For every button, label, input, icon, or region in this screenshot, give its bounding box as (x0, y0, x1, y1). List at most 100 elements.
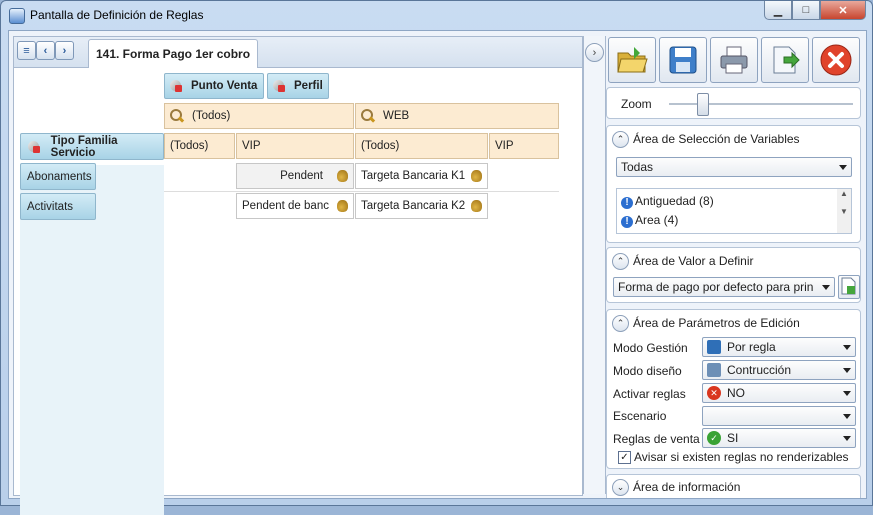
tab-prev-button[interactable]: ‹ (36, 41, 55, 60)
cell-value: Pendent de banc (242, 200, 329, 212)
chevron-up-icon[interactable]: ⌃ (612, 131, 629, 148)
avisar-checkbox[interactable]: ✓ (618, 451, 631, 464)
side-panel: Zoom ⌃ Área de Selección de Variables To… (606, 31, 864, 498)
save-button[interactable] (659, 37, 707, 83)
reglas-venta-select[interactable]: ✓ SI (702, 428, 856, 448)
row-divider (164, 191, 559, 192)
value-select[interactable]: Forma de pago por defecto para prin (613, 277, 835, 297)
save-icon (669, 46, 697, 74)
tab-strip: ≡ ‹ › 141. Forma Pago 1er cobro (14, 37, 582, 68)
section-title: Área de información (633, 480, 741, 494)
level2-vip-2[interactable]: VIP (489, 133, 559, 159)
rule-cell[interactable]: Pendent de banc (236, 193, 354, 219)
field-label: Modo Gestión (613, 341, 688, 355)
column-header-label: Perfil (294, 80, 323, 92)
edit-parameters-section: ⌃ Área de Parámetros de Edición Modo Ges… (606, 309, 861, 469)
tab-forma-pago[interactable]: 141. Forma Pago 1er cobro (88, 39, 258, 68)
open-folder-icon (617, 47, 648, 73)
list-item-label: Area (4) (635, 213, 679, 227)
column-header-punto-venta[interactable]: Punto Venta (164, 73, 264, 99)
row-header-label: Tipo Familia Servicio (50, 134, 118, 159)
select-value: Todas (621, 160, 654, 174)
variable-selection-section: ⌃ Área de Selección de Variables Todas !… (606, 125, 861, 243)
printer-icon (720, 46, 748, 74)
zoom-slider-thumb[interactable] (697, 93, 710, 116)
money-bag-icon (471, 170, 482, 182)
activar-reglas-select[interactable]: ✕ NO (702, 383, 856, 403)
row-header-tipo-familia[interactable]: Tipo Familia Servicio (20, 133, 164, 160)
section-title: Área de Selección de Variables (633, 132, 800, 146)
cell-label: WEB (383, 110, 410, 122)
level2-todos-1[interactable]: (Todos) (164, 133, 235, 159)
export-button[interactable] (761, 37, 809, 83)
info-icon: ! (621, 197, 633, 209)
cell-value: Targeta Bancaria K1 (361, 170, 466, 182)
section-title: Área de Parámetros de Edición (633, 316, 800, 330)
modo-diseno-select[interactable]: Contrucción (702, 360, 856, 380)
zoom-section: Zoom (606, 87, 861, 119)
chevron-down-icon[interactable]: ⌄ (612, 479, 629, 496)
collapse-panel-button[interactable]: › (585, 43, 604, 62)
rule-editor: ≡ ‹ › 141. Forma Pago 1er cobro Punto Ve… (13, 36, 583, 515)
section-title: Área de Valor a Definir (633, 254, 754, 268)
design-tools-icon (707, 363, 721, 377)
maximize-button[interactable]: □ (792, 1, 820, 20)
variable-filter-select[interactable]: Todas (616, 157, 852, 177)
field-label: Activar reglas (613, 387, 686, 401)
zoom-label: Zoom (621, 97, 652, 111)
list-item[interactable]: ! Antiguedad (8) (621, 194, 714, 209)
list-scrollbar[interactable]: ▲ ▼ (837, 189, 851, 233)
window-close-button[interactable]: ✕ (820, 1, 866, 20)
edit-value-button[interactable] (838, 275, 860, 299)
chevron-up-icon[interactable]: ⌃ (612, 315, 629, 332)
list-item-label: Antiguedad (8) (635, 194, 714, 208)
rule-grid: Punto Venta Perfil (Todos) WEB Tipo Fami… (14, 68, 582, 515)
rule-cell[interactable]: Targeta Bancaria K1 (355, 163, 488, 189)
rule-variable-icon (169, 79, 185, 93)
rule-cell[interactable]: Pendent (236, 163, 354, 189)
field-label: Reglas de venta (613, 432, 700, 446)
rule-cell[interactable]: Targeta Bancaria K2 (355, 193, 488, 219)
panel-splitter[interactable] (583, 36, 606, 494)
modo-gestion-select[interactable]: Por regla (702, 337, 856, 357)
minimize-button[interactable]: ▁ (764, 1, 792, 20)
app-icon (9, 8, 25, 24)
dropdown-arrow-icon (822, 285, 830, 290)
open-button[interactable] (608, 37, 656, 83)
tab-menu-button[interactable]: ≡ (17, 41, 36, 60)
row-header-abonaments[interactable]: Abonaments (20, 163, 96, 190)
level2-todos-2[interactable]: (Todos) (355, 133, 488, 159)
cell-label: (Todos) (192, 110, 231, 122)
close-button[interactable] (812, 37, 860, 83)
magnifier-icon (361, 109, 375, 123)
cell-value: Pendent (280, 170, 323, 182)
dropdown-arrow-icon (843, 436, 851, 441)
level1-web[interactable]: WEB (355, 103, 559, 129)
app-window: Pantalla de Definición de Reglas ▁ □ ✕ ≡… (0, 0, 873, 515)
level1-todos[interactable]: (Todos) (164, 103, 354, 129)
print-button[interactable] (710, 37, 758, 83)
rule-variable-icon (27, 140, 43, 154)
list-item[interactable]: ! Area (4) (621, 213, 678, 228)
title-bar: Pantalla de Definición de Reglas ▁ □ ✕ (1, 1, 872, 29)
field-label: Modo diseño (613, 364, 682, 378)
money-bag-icon (471, 200, 482, 212)
dropdown-arrow-icon (843, 391, 851, 396)
rule-variable-icon (272, 79, 288, 93)
variable-list[interactable]: ! Antiguedad (8) ! Area (4) ▲ ▼ (616, 188, 852, 234)
book-icon (707, 340, 721, 354)
export-icon (773, 46, 800, 74)
tab-next-button[interactable]: › (55, 41, 74, 60)
escenario-select[interactable] (702, 406, 856, 426)
document-add-icon (841, 277, 856, 295)
field-label: Escenario (613, 409, 667, 423)
dropdown-arrow-icon (843, 368, 851, 373)
level2-vip-1[interactable]: VIP (236, 133, 354, 159)
chevron-up-icon[interactable]: ⌃ (612, 253, 629, 270)
dropdown-arrow-icon (843, 414, 851, 419)
no-icon: ✕ (707, 386, 721, 400)
row-header-activitats[interactable]: Activitats (20, 193, 96, 220)
column-header-perfil[interactable]: Perfil (267, 73, 329, 99)
close-icon (820, 44, 852, 76)
check-icon: ✓ (707, 431, 721, 445)
